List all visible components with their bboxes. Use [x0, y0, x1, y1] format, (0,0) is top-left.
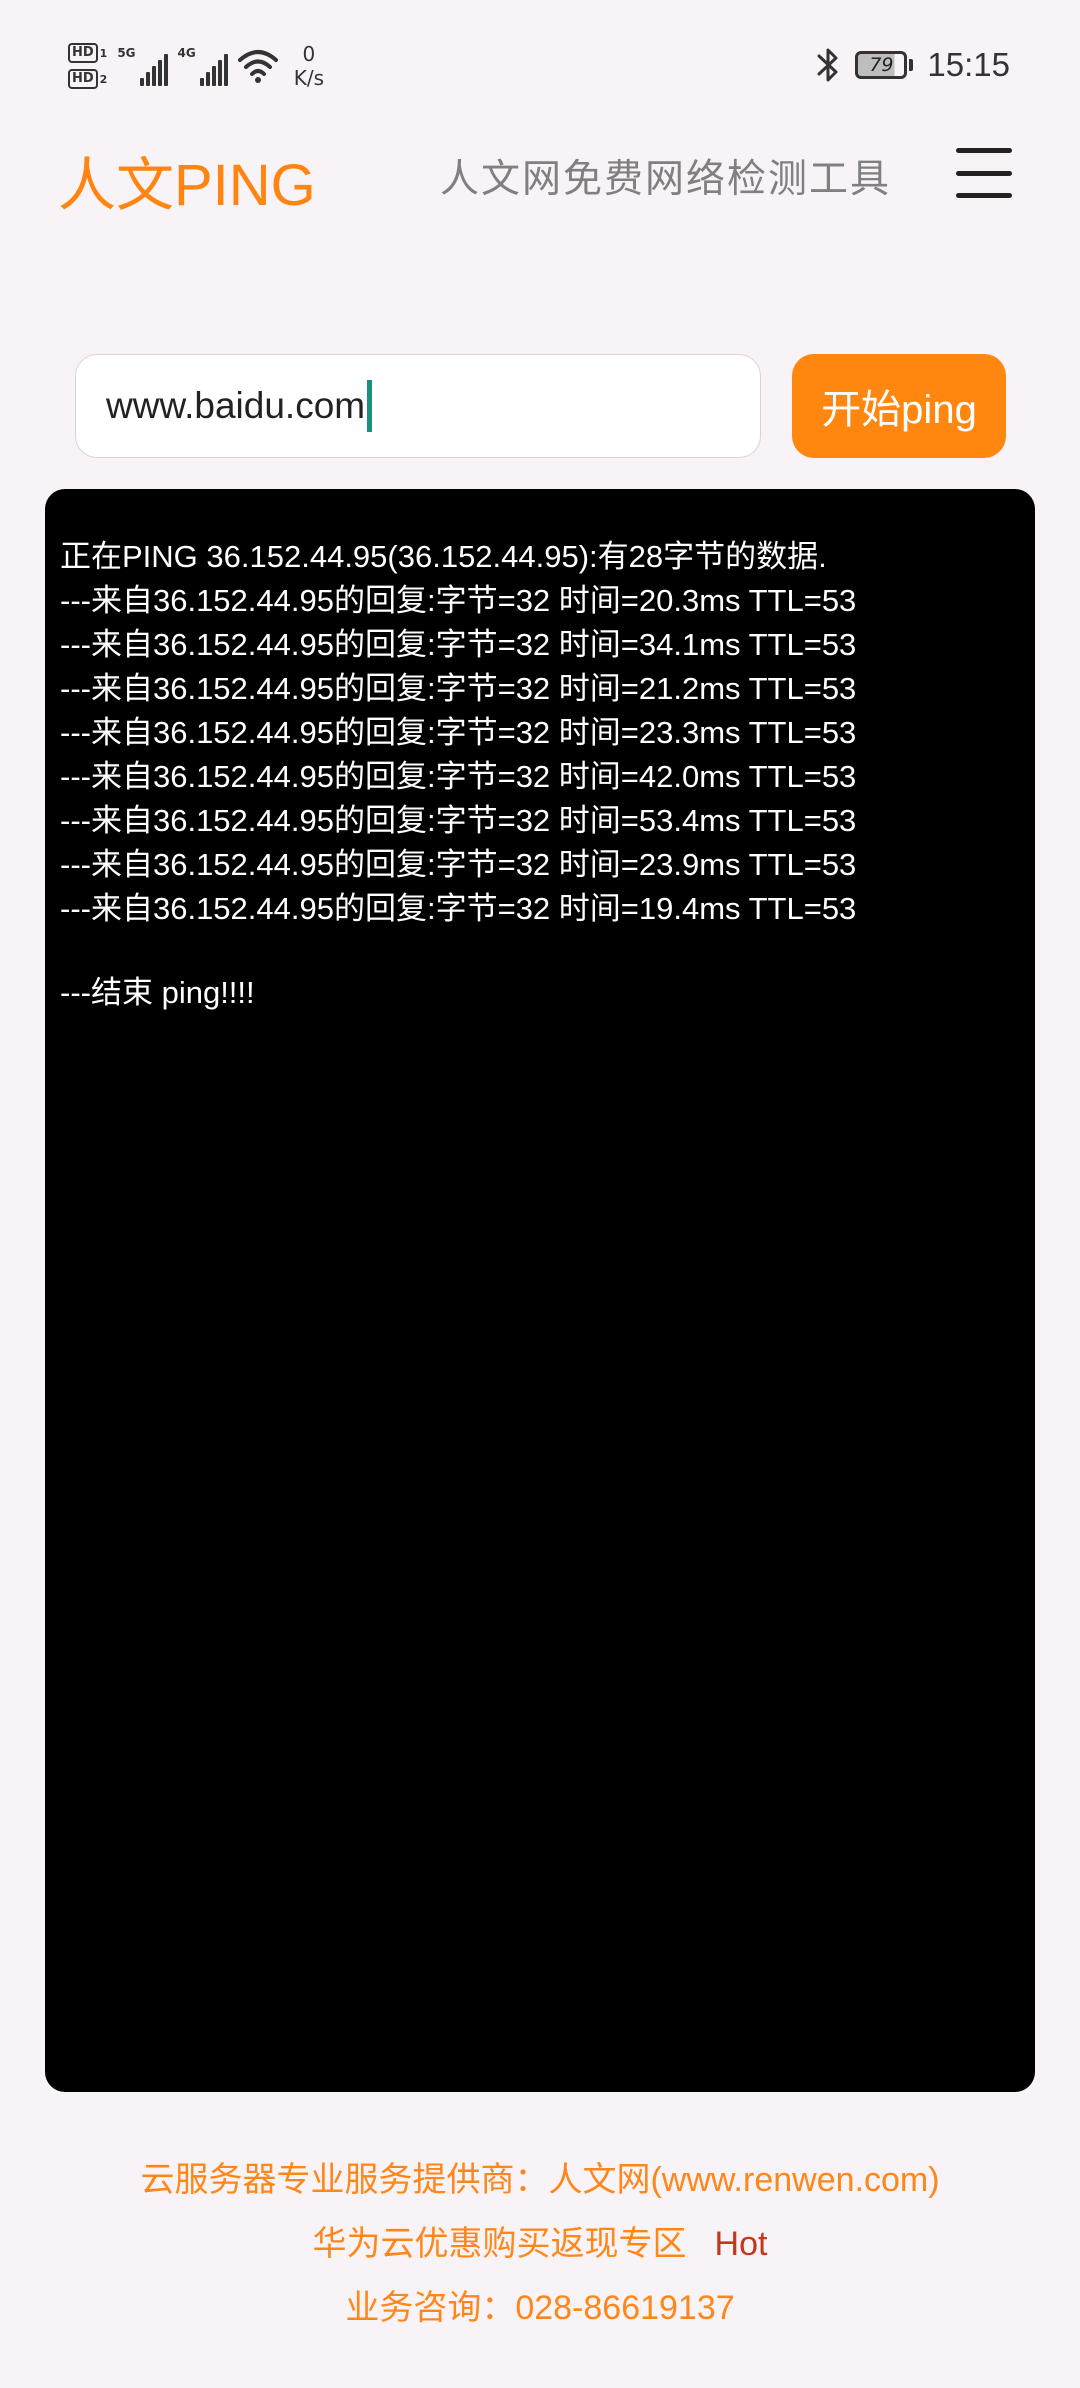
ping-output-console[interactable]: 正在PING 36.152.44.95(36.152.44.95):有28字节的…: [45, 489, 1035, 2092]
sim2-hd-badge: HD: [68, 69, 98, 89]
console-reply-line: ---来自36.152.44.95的回复:字节=32 时间=20.3ms TTL…: [60, 583, 857, 618]
status-bar: HD 1 HD 2 5G 4G 0 K/s 79 15:15: [0, 0, 1080, 130]
wifi-icon: [237, 50, 278, 83]
console-reply-line: ---来自36.152.44.95的回复:字节=32 时间=53.4ms TTL…: [60, 803, 857, 838]
host-input-value: www.baidu.com: [106, 385, 366, 426]
footer: 云服务器专业服务提供商：人文网(www.renwen.com) 华为云优惠购买返…: [0, 2148, 1080, 2340]
console-reply-line: ---来自36.152.44.95的回复:字节=32 时间=21.2ms TTL…: [60, 671, 857, 706]
console-header-line: 正在PING 36.152.44.95(36.152.44.95):有28字节的…: [60, 539, 827, 574]
bluetooth-icon: [817, 48, 838, 82]
app-title: 人文PING: [58, 153, 316, 218]
sim-indicators: HD 1 HD 2: [68, 43, 107, 89]
sim1-number: 1: [99, 46, 108, 60]
signal-4g-icon: 4G: [178, 46, 228, 86]
console-lines: 正在PING 36.152.44.95(36.152.44.95):有28字节的…: [60, 535, 1035, 931]
sim2-number: 2: [99, 72, 108, 86]
console-reply-line: ---来自36.152.44.95的回复:字节=32 时间=19.4ms TTL…: [60, 891, 857, 926]
speed-unit: K/s: [293, 66, 325, 90]
console-reply-line: ---来自36.152.44.95的回复:字节=32 时间=42.0ms TTL…: [60, 759, 857, 794]
battery-icon: 79: [855, 51, 914, 79]
host-input[interactable]: www.baidu.com: [75, 354, 761, 458]
promo-text: 华为云优惠购买返现专区: [312, 2225, 687, 2263]
sim1-hd-badge: HD: [68, 43, 98, 63]
network-type-4g: 4G: [177, 46, 196, 60]
menu-icon: [956, 148, 1012, 153]
provider-link[interactable]: 云服务器专业服务提供商：人文网(www.renwen.com): [0, 2148, 1080, 2212]
contact-phone[interactable]: 业务咨询：028-86619137: [0, 2276, 1080, 2340]
start-ping-button[interactable]: 开始ping: [792, 354, 1006, 458]
sim1-indicator: HD 1: [68, 43, 107, 63]
battery-level: 79: [855, 51, 908, 79]
console-reply-line: ---来自36.152.44.95的回复:字节=32 时间=23.3ms TTL…: [60, 715, 857, 750]
sim2-indicator: HD 2: [68, 69, 107, 89]
promo-link[interactable]: 华为云优惠购买返现专区 Hot: [0, 2212, 1080, 2276]
signal-5g-icon: 5G: [117, 46, 168, 86]
status-left: HD 1 HD 2 5G 4G 0 K/s: [68, 34, 324, 98]
app-subtitle: 人文网免费网络检测工具: [440, 157, 892, 202]
menu-button[interactable]: [956, 148, 1012, 198]
console-reply-line: ---来自36.152.44.95的回复:字节=32 时间=23.9ms TTL…: [60, 847, 857, 882]
network-type-5g: 5G: [117, 46, 136, 60]
console-reply-line: ---来自36.152.44.95的回复:字节=32 时间=34.1ms TTL…: [60, 627, 857, 662]
console-end-line: ---结束 ping!!!!: [60, 975, 255, 1010]
speed-value: 0: [302, 42, 316, 66]
hot-badge: Hot: [714, 2225, 768, 2263]
network-speed: 0 K/s: [294, 42, 324, 90]
status-time: 15:15: [927, 46, 1010, 83]
text-cursor: [367, 380, 373, 432]
status-right: 79 15:15: [815, 40, 1010, 90]
